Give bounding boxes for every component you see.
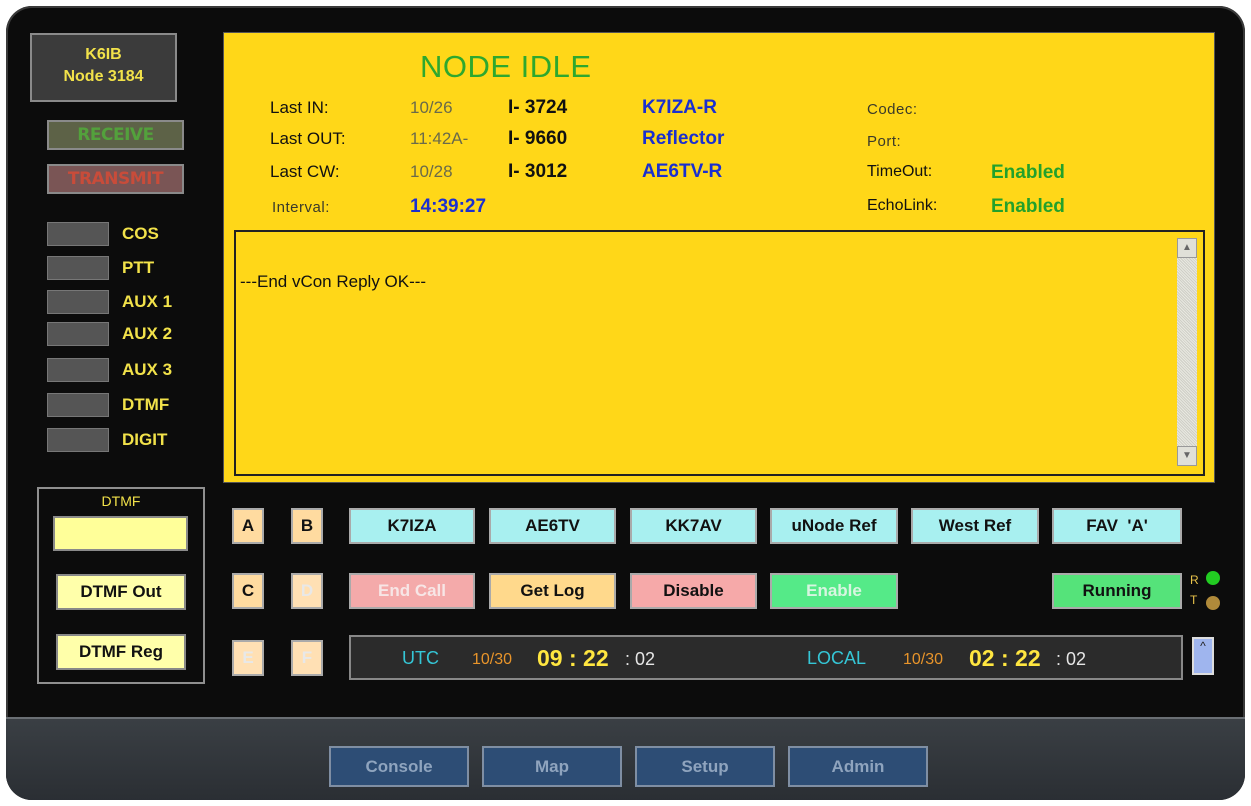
last-cw-node: I- 3012 [508, 161, 568, 182]
dtmf-input[interactable] [53, 516, 188, 551]
utc-seconds: : 02 [625, 649, 656, 669]
expand-up-button[interactable]: ^ [1192, 637, 1214, 675]
last-cw-time: 10/28 [410, 162, 453, 181]
indicator-light [47, 358, 109, 382]
fav-a-button[interactable]: FAV 'A' [1052, 508, 1182, 544]
running-button[interactable]: Running [1052, 573, 1182, 609]
local-date: 10/30 [903, 651, 944, 668]
indicator-label: DIGIT [122, 430, 168, 449]
indicator-cos: COS [47, 222, 207, 248]
dtmf-reg-button[interactable]: DTMF Reg [56, 634, 186, 670]
fav-kk7av-button[interactable]: KK7AV [630, 508, 757, 544]
disable-button[interactable]: Disable [630, 573, 757, 609]
tx-led-icon [1206, 596, 1220, 610]
last-in-call: K7IZA-R [642, 97, 717, 118]
last-in-time: 10/26 [410, 98, 453, 117]
echolink-label: EchoLink: [867, 197, 938, 214]
last-in-node: I- 3724 [508, 97, 568, 118]
indicator-light [47, 393, 109, 417]
indicator-aux3: AUX 3 [47, 358, 207, 384]
indicator-ptt: PTT [47, 256, 207, 282]
last-in-label: Last IN: [270, 98, 329, 117]
west-ref-button[interactable]: West Ref [911, 508, 1039, 544]
log-scrollbar[interactable]: ▲ ▼ [1177, 238, 1197, 466]
interval-value: 14:39:27 [410, 196, 487, 217]
clock-bar: UTC 10/30 09 : 22 : 02 LOCAL 10/30 02 : … [349, 635, 1183, 680]
transmit-indicator: TRANSMIT [47, 164, 184, 194]
timeout-value: Enabled [991, 162, 1065, 183]
last-cw-label: Last CW: [270, 162, 340, 181]
codec-label: Codec: [867, 101, 918, 118]
indicator-light [47, 322, 109, 346]
node-id-box: K6IB Node 3184 [30, 33, 177, 102]
tx-led-label: T [1190, 593, 1198, 607]
utc-label: UTC [402, 648, 439, 668]
last-out-time: 11:42A- [410, 129, 469, 148]
local-label: LOCAL [807, 648, 867, 668]
dtmf-out-button[interactable]: DTMF Out [56, 574, 186, 610]
indicator-label: DTMF [122, 395, 170, 414]
indicator-aux1: AUX 1 [47, 290, 207, 316]
indicator-aux2: AUX 2 [47, 322, 207, 348]
indicator-label: PTT [122, 258, 155, 277]
log-text: ---End vCon Reply OK--- [240, 272, 427, 291]
scroll-up-icon[interactable]: ▲ [1177, 238, 1197, 258]
last-out-node: I- 9660 [508, 128, 568, 149]
rx-led-label: R [1190, 573, 1199, 587]
key-e-button[interactable]: E [232, 640, 264, 676]
key-b-button[interactable]: B [291, 508, 323, 544]
nav-console-button[interactable]: Console [329, 746, 469, 787]
indicator-light [47, 290, 109, 314]
timeout-label: TimeOut: [867, 163, 933, 180]
key-f-button[interactable]: F [291, 640, 323, 676]
indicator-light [47, 428, 109, 452]
port-label: Port: [867, 133, 902, 150]
unode-ref-button[interactable]: uNode Ref [770, 508, 898, 544]
fav-k7iza-button[interactable]: K7IZA [349, 508, 475, 544]
log-area[interactable]: ---End vCon Reply OK--- ▲ ▼ [234, 230, 1205, 476]
receive-indicator: RECEIVE [47, 120, 184, 150]
key-c-button[interactable]: C [232, 573, 264, 609]
key-a-button[interactable]: A [232, 508, 264, 544]
scroll-down-icon[interactable]: ▼ [1177, 446, 1197, 466]
node-state: NODE IDLE [420, 49, 592, 84]
indicator-digit: DIGIT [47, 428, 207, 454]
interval-label: Interval: [272, 199, 330, 216]
get-log-button[interactable]: Get Log [489, 573, 616, 609]
utc-date: 10/30 [472, 651, 513, 668]
node-info-panel: NODE IDLE Last IN: 10/26 I- 3724 K7IZA-R… [223, 32, 1215, 483]
rx-led-icon [1206, 571, 1220, 585]
indicator-label: AUX 3 [122, 360, 173, 379]
last-cw-call: AE6TV-R [642, 161, 723, 182]
end-call-button[interactable]: End Call [349, 573, 475, 609]
key-d-button[interactable]: D [291, 573, 323, 609]
utc-time: 09 : 22 [537, 645, 609, 671]
node-number: Node 3184 [63, 68, 144, 85]
nav-bar [6, 717, 1245, 800]
indicator-label: COS [122, 224, 159, 243]
local-seconds: : 02 [1056, 649, 1087, 669]
dtmf-title: DTMF [101, 493, 141, 509]
indicator-light [47, 256, 109, 280]
fav-ae6tv-button[interactable]: AE6TV [489, 508, 616, 544]
indicator-dtmf: DTMF [47, 393, 207, 419]
last-out-call: Reflector [642, 128, 725, 149]
dtmf-panel: DTMF DTMF Out DTMF Reg [37, 487, 205, 684]
node-callsign: K6IB [85, 46, 122, 63]
local-time: 02 : 22 [969, 645, 1041, 671]
enable-button[interactable]: Enable [770, 573, 898, 609]
indicator-label: AUX 2 [122, 324, 173, 343]
nav-admin-button[interactable]: Admin [788, 746, 928, 787]
echolink-value: Enabled [991, 196, 1065, 217]
indicator-light [47, 222, 109, 246]
indicator-label: AUX 1 [122, 292, 173, 311]
nav-setup-button[interactable]: Setup [635, 746, 775, 787]
nav-map-button[interactable]: Map [482, 746, 622, 787]
last-out-label: Last OUT: [270, 129, 346, 148]
